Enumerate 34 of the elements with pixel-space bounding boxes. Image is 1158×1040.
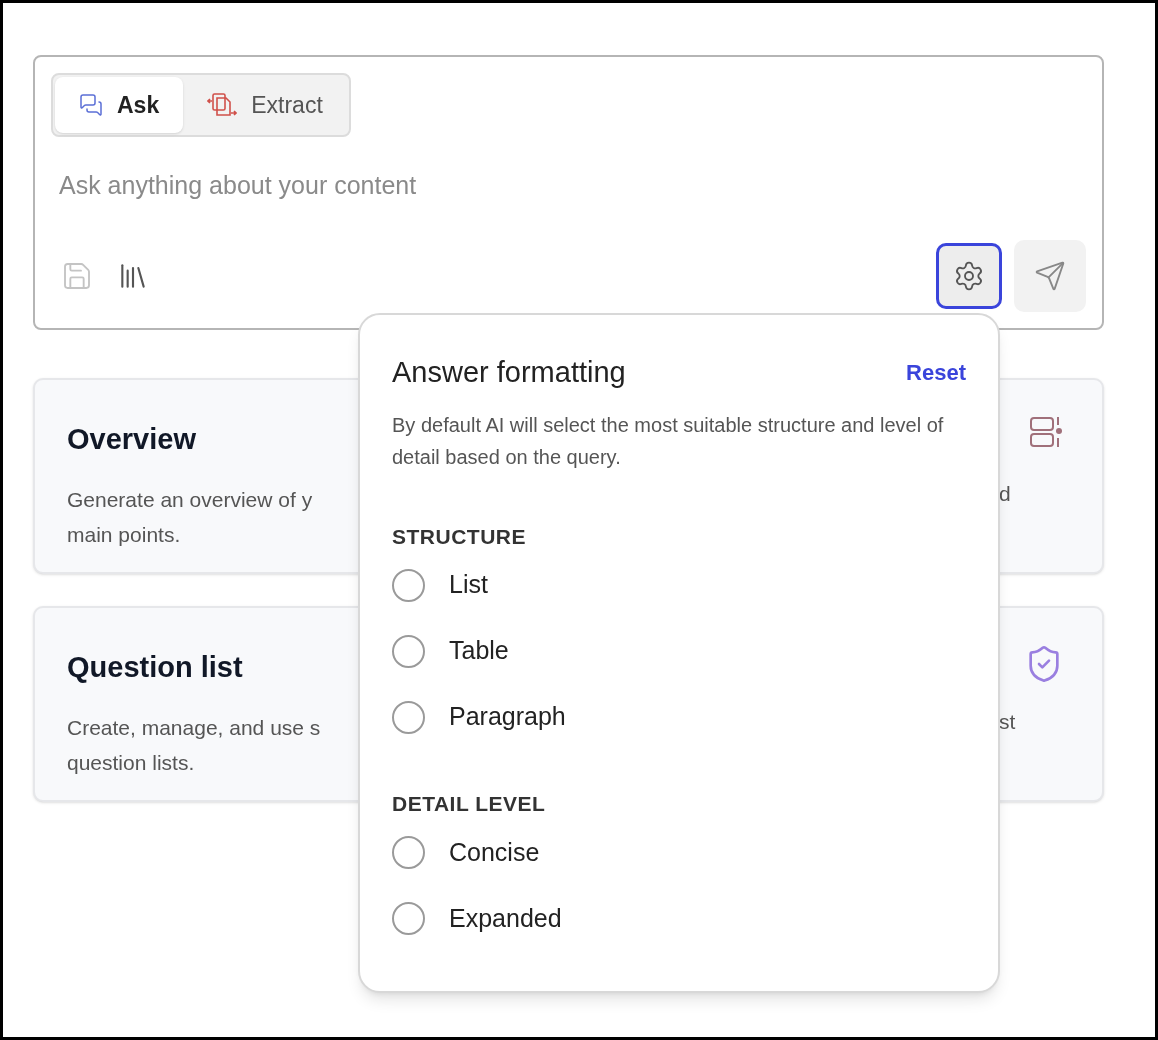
radio-button[interactable]	[392, 902, 425, 935]
radio-option[interactable]: List	[392, 568, 966, 602]
settings-button[interactable]	[936, 243, 1002, 309]
section-heading: DETAIL LEVEL	[392, 791, 547, 817]
card-description: d	[999, 481, 1011, 507]
documents-arrows-icon	[207, 92, 238, 118]
card-description: question lists.	[67, 750, 195, 776]
radio-option[interactable]: Paragraph	[392, 700, 966, 734]
card-title: Question list	[67, 650, 243, 685]
radio-button[interactable]	[392, 634, 425, 668]
radio-option[interactable]: Concise	[392, 835, 966, 870]
radio-option[interactable]: Table	[392, 634, 966, 668]
mode-tab[interactable]: Ask	[55, 77, 184, 133]
layout-rows-icon	[1030, 416, 1064, 448]
section-heading: STRUCTURE	[392, 523, 527, 550]
radio-button[interactable]	[392, 836, 425, 869]
popover-description: By default AI will select the most suitable structure and level of detail based on the query.	[392, 412, 945, 470]
reset-link[interactable]: Reset	[906, 356, 966, 390]
send-button[interactable]	[1014, 240, 1086, 312]
radio-button[interactable]	[392, 700, 425, 734]
chat-bubbles-icon	[79, 93, 103, 117]
card-title: Overview	[67, 422, 196, 457]
card-description: Generate an overview of y	[67, 486, 313, 513]
mode-tab[interactable]: Extract	[183, 77, 347, 133]
save-icon[interactable]	[61, 260, 93, 292]
card-description: Create, manage, and use s	[67, 714, 321, 741]
card-description: main points.	[67, 522, 181, 548]
popover-title: Answer formatting	[392, 355, 626, 390]
send-icon	[1034, 260, 1066, 292]
question-field[interactable]: Ask anything about your content	[59, 167, 959, 205]
settings-icon	[953, 260, 985, 292]
radio-button[interactable]	[392, 568, 425, 602]
card-description: st	[999, 709, 1016, 735]
radio-option[interactable]: Expanded	[392, 901, 966, 936]
